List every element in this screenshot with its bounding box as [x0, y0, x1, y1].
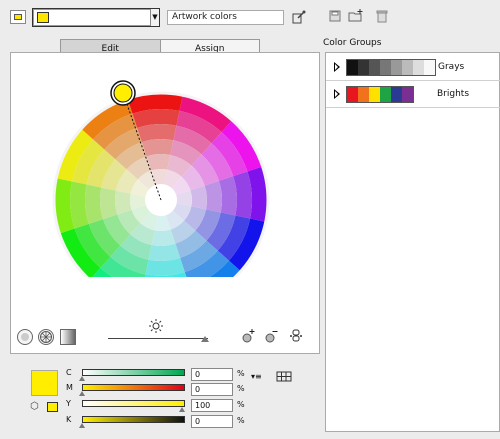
new-group-icon[interactable]	[348, 9, 363, 23]
segmented-wheel-icon[interactable]	[38, 329, 54, 345]
channel-value-input[interactable]: 0	[191, 415, 233, 428]
channel-menu-icon[interactable]: ▾≡	[251, 372, 262, 381]
channel-slider[interactable]	[82, 384, 185, 391]
active-color-chip	[14, 14, 22, 20]
wheel-segment[interactable]	[148, 243, 181, 261]
channel-slider-thumb[interactable]	[79, 376, 85, 381]
brightness-slider-thumb[interactable]	[201, 336, 209, 342]
expand-triangle-icon[interactable]	[334, 89, 340, 99]
swatch-cell[interactable]	[413, 60, 424, 75]
brightness-slider-track[interactable]	[108, 338, 208, 339]
swatch-cell[interactable]	[424, 60, 435, 75]
active-color-swatch[interactable]	[10, 10, 26, 24]
swatch-cell[interactable]	[380, 87, 391, 102]
channel-slider[interactable]	[82, 416, 185, 423]
channel-slider[interactable]	[82, 369, 185, 376]
save-icon[interactable]	[328, 10, 342, 24]
link-colors-icon[interactable]	[288, 327, 304, 345]
color-groups-header: Color Groups	[323, 38, 382, 48]
group-swatches	[346, 86, 414, 103]
add-color-icon[interactable]	[241, 327, 257, 345]
group-row-brights[interactable]: Brights	[326, 81, 500, 108]
channel-label: Y	[66, 399, 71, 408]
wheel-segment[interactable]	[141, 139, 174, 157]
group-name: Brights	[437, 89, 470, 99]
channel-slider-thumb[interactable]	[179, 407, 185, 412]
channel-slider-thumb[interactable]	[79, 423, 85, 428]
swatch-cell[interactable]	[402, 60, 413, 75]
channel-value-input[interactable]: 0	[191, 383, 233, 396]
channel-label: C	[66, 368, 72, 377]
color-wheel[interactable]	[50, 77, 272, 277]
sun-icon[interactable]	[148, 318, 164, 334]
channel-unit: %	[237, 416, 245, 425]
swatch-cell[interactable]	[380, 60, 391, 75]
color-bars-icon[interactable]	[60, 329, 76, 345]
swatch-cell[interactable]	[369, 87, 380, 102]
artwork-colors-field[interactable]: Artwork colors	[167, 10, 284, 25]
color-group-dropdown[interactable]: ▼	[32, 8, 160, 27]
swatch-cell[interactable]	[347, 60, 358, 75]
wheel-segment[interactable]	[100, 187, 118, 220]
wheel-segment[interactable]	[204, 180, 222, 213]
expand-triangle-icon[interactable]	[334, 62, 340, 72]
channel-value-input[interactable]: 0	[191, 368, 233, 381]
swatch-cell[interactable]	[391, 87, 402, 102]
swatch-cell[interactable]	[347, 87, 358, 102]
out-of-gamut-cube-icon[interactable]: ⬡	[30, 401, 39, 412]
trash-icon[interactable]	[375, 10, 389, 24]
channel-unit: %	[237, 369, 245, 378]
swatch-cell[interactable]	[369, 60, 380, 75]
eyedropper-icon[interactable]	[292, 10, 306, 24]
channel-value-input[interactable]: 100	[191, 399, 233, 412]
channel-label: K	[66, 415, 72, 424]
channel-unit: %	[237, 400, 245, 409]
color-handle[interactable]	[113, 83, 133, 103]
swatch-cell[interactable]	[391, 60, 402, 75]
dropdown-color-chip	[37, 12, 49, 23]
color-groups-list: Grays Brights	[325, 52, 500, 432]
remove-color-icon[interactable]	[264, 327, 280, 345]
channel-unit: %	[237, 384, 245, 393]
group-swatches	[346, 59, 436, 76]
group-name: Grays	[438, 62, 465, 72]
channel-label: M	[66, 383, 73, 392]
color-table-icon[interactable]	[276, 371, 292, 382]
channel-slider-thumb[interactable]	[79, 391, 85, 396]
swatch-cell[interactable]	[358, 87, 369, 102]
smooth-wheel-icon[interactable]	[17, 329, 33, 345]
channel-slider[interactable]	[82, 400, 185, 407]
chevron-down-icon[interactable]: ▼	[150, 9, 159, 26]
group-row-grays[interactable]: Grays	[326, 54, 500, 81]
in-gamut-swatch[interactable]	[47, 402, 58, 412]
swatch-cell[interactable]	[402, 87, 413, 102]
current-color-swatch[interactable]	[31, 370, 58, 396]
swatch-cell[interactable]	[358, 60, 369, 75]
